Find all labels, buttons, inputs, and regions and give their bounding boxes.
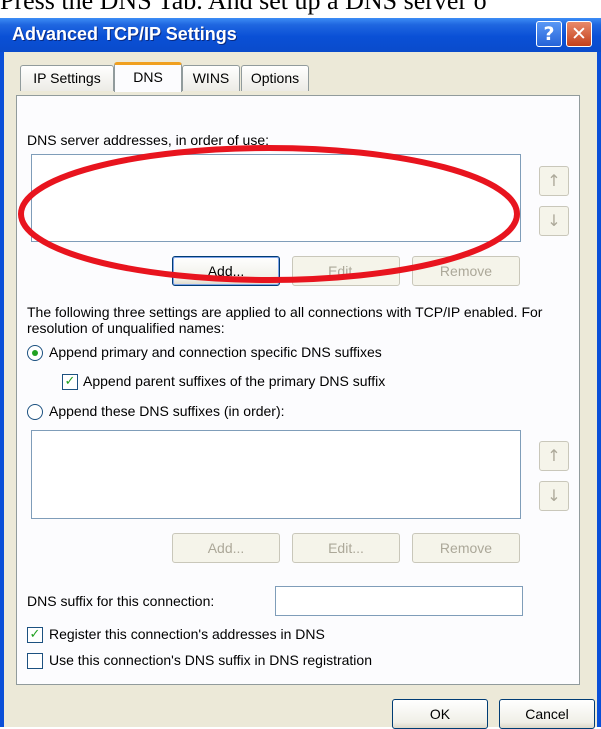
append-parent-checkbox[interactable]: ✓ bbox=[62, 374, 78, 390]
window-title: Advanced TCP/IP Settings bbox=[12, 24, 237, 44]
append-these-label: Append these DNS suffixes (in order): bbox=[49, 403, 285, 419]
register-label: Register this connection's addresses in … bbox=[49, 626, 325, 642]
suffix-edit-button[interactable]: Edit... bbox=[292, 533, 400, 563]
append-these-radio[interactable] bbox=[27, 404, 43, 420]
dns-servers-list[interactable] bbox=[31, 154, 521, 242]
append-parent-label: Append parent suffixes of the primary DN… bbox=[83, 373, 386, 389]
use-suffix-label: Use this connection's DNS suffix in DNS … bbox=[49, 652, 372, 668]
tab-dns[interactable]: DNS bbox=[114, 62, 182, 92]
suffix-add-button[interactable]: Add... bbox=[172, 533, 280, 563]
ok-button[interactable]: OK bbox=[392, 699, 488, 729]
suffix-remove-button[interactable]: Remove bbox=[412, 533, 520, 563]
use-suffix-checkbox[interactable] bbox=[27, 653, 43, 669]
connection-suffix-input[interactable] bbox=[275, 586, 523, 616]
tab-wins[interactable]: WINS bbox=[182, 65, 240, 91]
tab-ip-settings[interactable]: IP Settings bbox=[20, 65, 114, 91]
dialog-window: Advanced TCP/IP Settings ? ✕ IP Settings… bbox=[0, 18, 601, 729]
arrow-down-icon: ↓ bbox=[547, 486, 561, 505]
dns-move-up-button[interactable]: ↑ bbox=[539, 166, 569, 196]
help-button[interactable]: ? bbox=[536, 21, 562, 47]
suffix-move-up-button[interactable]: ↑ bbox=[539, 441, 569, 471]
dns-add-button[interactable]: Add... bbox=[172, 256, 280, 286]
connection-suffix-label: DNS suffix for this connection: bbox=[27, 593, 215, 609]
title-bar[interactable]: Advanced TCP/IP Settings ? ✕ bbox=[0, 18, 601, 52]
resolution-note: The following three settings are applied… bbox=[27, 304, 543, 336]
dns-suffixes-list[interactable] bbox=[31, 430, 521, 519]
dns-edit-button[interactable]: Edit... bbox=[292, 256, 400, 286]
dns-move-down-button[interactable]: ↓ bbox=[539, 206, 569, 236]
arrow-up-icon: ↑ bbox=[547, 171, 561, 190]
arrow-down-icon: ↓ bbox=[547, 211, 561, 230]
arrow-up-icon: ↑ bbox=[547, 446, 561, 465]
close-button[interactable]: ✕ bbox=[566, 21, 592, 47]
dns-tab-panel: DNS server addresses, in order of use: ↑… bbox=[16, 95, 580, 685]
dialog-client-area: IP Settings DNS WINS Options DNS server … bbox=[4, 52, 597, 729]
radio-selected-dot bbox=[32, 350, 38, 356]
cancel-button[interactable]: Cancel bbox=[499, 699, 595, 729]
register-checkbox[interactable]: ✓ bbox=[27, 627, 43, 643]
tab-options[interactable]: Options bbox=[241, 65, 309, 91]
append-primary-radio[interactable] bbox=[27, 345, 43, 361]
dns-servers-label: DNS server addresses, in order of use: bbox=[27, 132, 269, 148]
suffix-move-down-button[interactable]: ↓ bbox=[539, 481, 569, 511]
append-primary-label: Append primary and connection specific D… bbox=[49, 344, 382, 360]
dns-remove-button[interactable]: Remove bbox=[412, 256, 520, 286]
